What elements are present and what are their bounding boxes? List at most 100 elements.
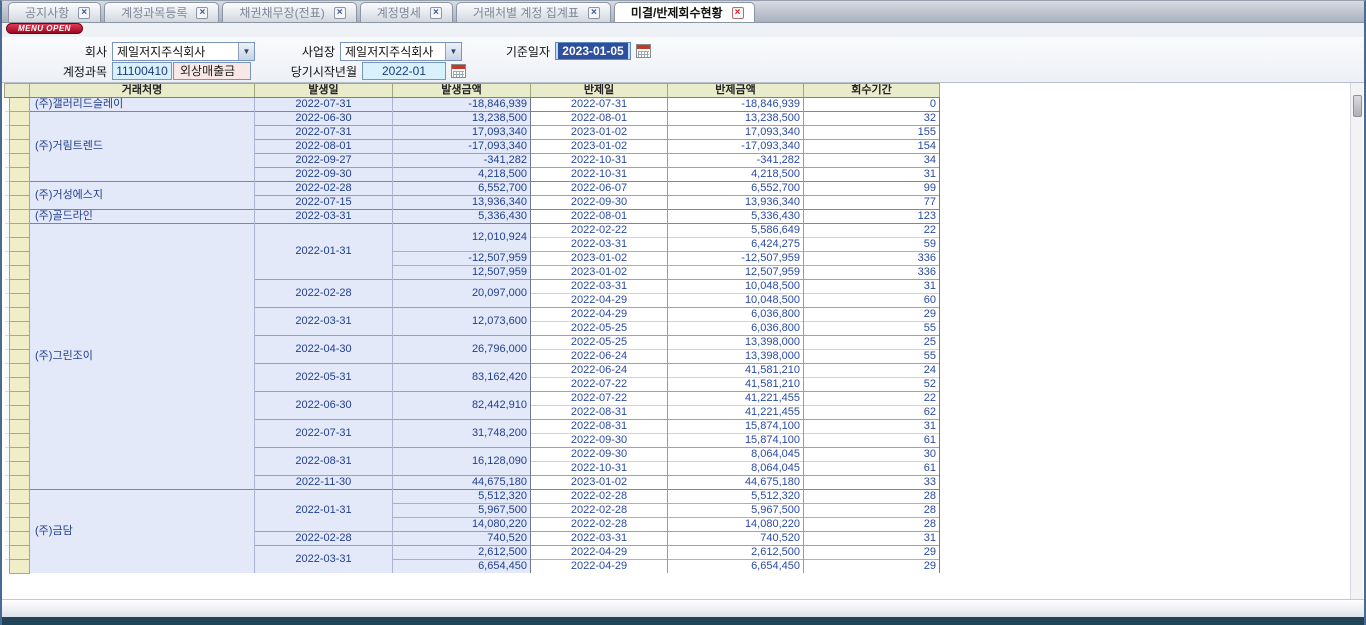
settlement-amount-cell[interactable]: 6,654,450 (668, 560, 804, 574)
settlement-date-cell[interactable]: 2022-10-31 (531, 462, 668, 476)
menu-open-button[interactable]: MENU OPEN (6, 23, 83, 34)
occurrence-date-cell[interactable]: 2022-05-31 (255, 364, 393, 392)
settlement-amount-cell[interactable]: 15,874,100 (668, 434, 804, 448)
collection-days-cell[interactable]: 33 (804, 476, 940, 490)
settlement-amount-cell[interactable]: 8,064,045 (668, 448, 804, 462)
occurrence-amount-cell[interactable]: 83,162,420 (393, 364, 531, 392)
occurrence-amount-cell[interactable]: 44,675,180 (393, 476, 531, 490)
settlement-amount-cell[interactable]: 13,238,500 (668, 112, 804, 126)
customer-name-cell[interactable]: (주)금담 (30, 490, 255, 574)
occurrence-amount-cell[interactable]: -18,846,939 (393, 98, 531, 112)
tab-5[interactable]: 거래처별 계정 집계표× (456, 2, 611, 22)
settlement-amount-cell[interactable]: 41,581,210 (668, 378, 804, 392)
account-name-input[interactable]: 외상매출금 (173, 62, 251, 80)
settlement-date-cell[interactable]: 2022-02-28 (531, 518, 668, 532)
settlement-date-cell[interactable]: 2022-04-29 (531, 308, 668, 322)
collection-days-cell[interactable]: 25 (804, 336, 940, 350)
collection-days-cell[interactable]: 61 (804, 434, 940, 448)
occurrence-date-cell[interactable]: 2022-06-30 (255, 392, 393, 420)
row-selector[interactable] (10, 518, 30, 532)
occurrence-amount-cell[interactable]: 14,080,220 (393, 518, 531, 532)
collection-days-cell[interactable]: 99 (804, 182, 940, 196)
occurrence-date-cell[interactable]: 2022-06-30 (255, 112, 393, 126)
collection-days-cell[interactable]: 31 (804, 532, 940, 546)
settlement-date-cell[interactable]: 2022-08-01 (531, 210, 668, 224)
tab-close-icon[interactable]: × (78, 7, 90, 19)
settlement-amount-cell[interactable]: 14,080,220 (668, 518, 804, 532)
row-selector[interactable] (10, 560, 30, 574)
tab-3[interactable]: 채권채무장(전표)× (222, 2, 356, 22)
settlement-date-cell[interactable]: 2022-06-24 (531, 350, 668, 364)
row-selector[interactable] (10, 420, 30, 434)
row-selector[interactable] (10, 532, 30, 546)
occurrence-amount-cell[interactable]: 82,442,910 (393, 392, 531, 420)
settlement-date-cell[interactable]: 2022-09-30 (531, 434, 668, 448)
settlement-date-cell[interactable]: 2022-10-31 (531, 154, 668, 168)
collection-days-cell[interactable]: 55 (804, 322, 940, 336)
collection-days-cell[interactable]: 77 (804, 196, 940, 210)
settlement-amount-cell[interactable]: 41,221,455 (668, 392, 804, 406)
settlement-amount-cell[interactable]: 5,336,430 (668, 210, 804, 224)
row-selector[interactable] (10, 112, 30, 126)
collection-days-cell[interactable]: 34 (804, 154, 940, 168)
customer-name-cell[interactable]: (주)그린조이 (30, 224, 255, 490)
occurrence-date-cell[interactable]: 2022-02-28 (255, 280, 393, 308)
settlement-date-cell[interactable]: 2022-07-22 (531, 378, 668, 392)
collection-days-cell[interactable]: 22 (804, 224, 940, 238)
tab-close-icon[interactable]: × (732, 7, 744, 19)
row-selector[interactable] (10, 280, 30, 294)
row-selector[interactable] (10, 238, 30, 252)
settlement-date-cell[interactable]: 2022-09-30 (531, 196, 668, 210)
settlement-amount-cell[interactable]: 13,936,340 (668, 196, 804, 210)
tab-1[interactable]: 공지사항× (8, 2, 101, 22)
settlement-date-cell[interactable]: 2023-01-02 (531, 266, 668, 280)
occurrence-amount-cell[interactable]: 12,507,959 (393, 266, 531, 280)
settlement-date-cell[interactable]: 2022-07-31 (531, 98, 668, 112)
calendar-icon[interactable] (451, 64, 466, 78)
occurrence-date-cell[interactable]: 2022-08-01 (255, 140, 393, 154)
row-selector[interactable] (10, 196, 30, 210)
occurrence-amount-cell[interactable]: 12,073,600 (393, 308, 531, 336)
settlement-amount-cell[interactable]: -12,507,959 (668, 252, 804, 266)
collection-days-cell[interactable]: 52 (804, 378, 940, 392)
settlement-amount-cell[interactable]: 2,612,500 (668, 546, 804, 560)
collection-days-cell[interactable]: 29 (804, 546, 940, 560)
occurrence-amount-cell[interactable]: 16,128,090 (393, 448, 531, 476)
collection-days-cell[interactable]: 30 (804, 448, 940, 462)
settlement-date-cell[interactable]: 2022-03-31 (531, 238, 668, 252)
row-selector[interactable] (10, 154, 30, 168)
customer-name-cell[interactable]: (주)갤러리드슬레이 (30, 98, 255, 112)
vertical-scrollbar[interactable] (1350, 83, 1363, 599)
occurrence-amount-cell[interactable]: 12,010,924 (393, 224, 531, 252)
row-selector[interactable] (10, 308, 30, 322)
occurrence-date-cell[interactable]: 2022-07-31 (255, 126, 393, 140)
collection-days-cell[interactable]: 24 (804, 364, 940, 378)
collection-days-cell[interactable]: 60 (804, 294, 940, 308)
settlement-amount-cell[interactable]: 41,581,210 (668, 364, 804, 378)
settlement-date-cell[interactable]: 2022-02-22 (531, 224, 668, 238)
collection-days-cell[interactable]: 22 (804, 392, 940, 406)
settlement-date-cell[interactable]: 2022-02-28 (531, 504, 668, 518)
collection-days-cell[interactable]: 336 (804, 252, 940, 266)
collection-days-cell[interactable]: 155 (804, 126, 940, 140)
row-selector[interactable] (10, 98, 30, 112)
settlement-amount-cell[interactable]: 13,398,000 (668, 336, 804, 350)
collection-days-cell[interactable]: 59 (804, 238, 940, 252)
row-selector[interactable] (10, 392, 30, 406)
row-selector[interactable] (10, 140, 30, 154)
settlement-date-cell[interactable]: 2022-02-28 (531, 490, 668, 504)
row-selector[interactable] (10, 336, 30, 350)
row-selector[interactable] (10, 378, 30, 392)
company-select[interactable]: 제일저지주식회사 ▼ (112, 42, 255, 61)
settlement-amount-cell[interactable]: 15,874,100 (668, 420, 804, 434)
settlement-date-cell[interactable]: 2022-07-22 (531, 392, 668, 406)
collection-days-cell[interactable]: 28 (804, 490, 940, 504)
tab-close-icon[interactable]: × (430, 7, 442, 19)
tab-6[interactable]: 미결/반제회수현황× (614, 2, 755, 22)
occurrence-amount-cell[interactable]: -12,507,959 (393, 252, 531, 266)
settlement-date-cell[interactable]: 2022-06-07 (531, 182, 668, 196)
settlement-amount-cell[interactable]: 5,967,500 (668, 504, 804, 518)
settlement-date-cell[interactable]: 2022-10-31 (531, 168, 668, 182)
settlement-amount-cell[interactable]: -341,282 (668, 154, 804, 168)
occurrence-amount-cell[interactable]: 740,520 (393, 532, 531, 546)
